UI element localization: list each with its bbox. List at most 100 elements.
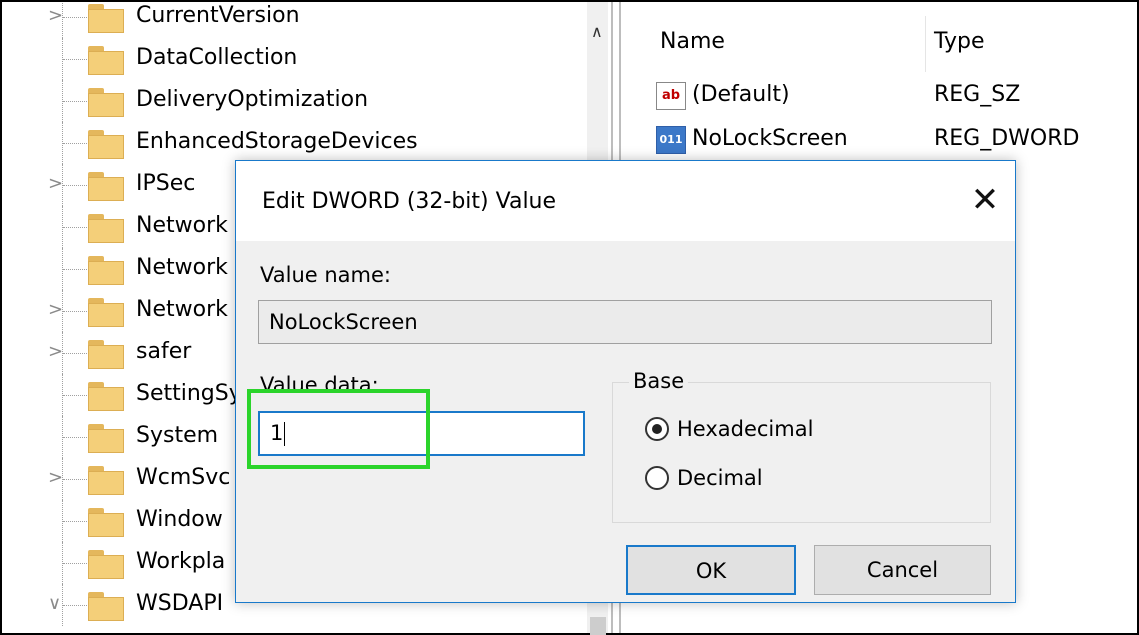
folder-icon	[88, 4, 124, 33]
column-divider[interactable]	[925, 16, 926, 72]
scroll-thumb[interactable]	[590, 617, 606, 635]
tree-item-label: Network	[136, 213, 228, 238]
tree-connector	[63, 227, 87, 228]
folder-icon	[88, 466, 124, 495]
base-label: Base	[629, 367, 689, 395]
radio-selected-icon	[645, 417, 669, 441]
tree-connector	[63, 59, 87, 60]
tree-connector	[63, 605, 87, 606]
folder-body	[88, 555, 124, 579]
tree-connector	[63, 521, 87, 522]
radio-hexadecimal[interactable]: Hexadecimal	[645, 413, 965, 445]
chevron-down-icon[interactable]: ∨	[48, 595, 62, 613]
close-icon[interactable]: ✕	[960, 175, 1010, 225]
highlight-box	[247, 389, 430, 469]
folder-icon	[88, 592, 124, 621]
folder-icon	[88, 256, 124, 285]
radio-unselected-icon	[645, 466, 669, 490]
chevron-right-icon[interactable]: >	[48, 343, 63, 361]
base-groupbox: Base Hexadecimal Decimal	[612, 367, 991, 523]
cancel-button[interactable]: Cancel	[814, 545, 991, 595]
folder-icon	[88, 214, 124, 243]
radio-dot	[652, 424, 662, 434]
dialog-titlebar[interactable]: Edit DWORD (32-bit) Value ✕	[236, 161, 1015, 241]
folder-body	[88, 303, 124, 327]
folder-icon	[88, 340, 124, 369]
tree-item-label: SettingSy	[136, 381, 242, 406]
tree-connector	[63, 563, 87, 564]
dialog-title: Edit DWORD (32-bit) Value	[262, 189, 557, 214]
tree-connector	[63, 101, 87, 102]
chevron-right-icon[interactable]: >	[48, 7, 63, 25]
folder-body	[88, 177, 124, 201]
tree-item-label: Network	[136, 297, 228, 322]
edit-dword-dialog: Edit DWORD (32-bit) Value ✕ Value name: …	[235, 160, 1016, 603]
folder-body	[88, 345, 124, 369]
tree-item[interactable]: > CurrentVersion	[2, 2, 608, 38]
folder-body	[88, 219, 124, 243]
value-type: REG_SZ	[934, 82, 1021, 107]
value-name: (Default)	[692, 82, 790, 107]
chevron-right-icon[interactable]: >	[48, 175, 63, 193]
value-type: REG_DWORD	[934, 126, 1080, 151]
tree-connector	[63, 17, 87, 18]
tree-item-label: IPSec	[136, 171, 196, 196]
value-name-field: NoLockScreen	[258, 300, 992, 344]
tree-item-label: DataCollection	[136, 45, 298, 70]
folder-body	[88, 51, 124, 75]
tree-item-label: WcmSvc	[136, 465, 231, 490]
tree-item-label: System	[136, 423, 219, 448]
tree-item-label: WSDAPI	[136, 591, 224, 616]
tree-connector	[63, 479, 87, 480]
folder-icon	[88, 508, 124, 537]
tree-connector	[63, 269, 87, 270]
tree-connector	[63, 185, 87, 186]
tree-connector	[63, 311, 87, 312]
folder-body	[88, 387, 124, 411]
folder-body	[88, 135, 124, 159]
folder-icon	[88, 382, 124, 411]
tree-connector	[63, 143, 87, 144]
chevron-right-icon[interactable]: >	[48, 469, 63, 487]
value-name: NoLockScreen	[692, 126, 848, 151]
folder-icon	[88, 88, 124, 117]
folder-body	[88, 261, 124, 285]
folder-icon	[88, 424, 124, 453]
folder-body	[88, 513, 124, 537]
scroll-up-icon[interactable]: ∧	[591, 22, 603, 41]
column-header-name[interactable]: Name	[660, 27, 725, 57]
folder-body	[88, 471, 124, 495]
tree-connector	[63, 437, 87, 438]
folder-body	[88, 429, 124, 453]
tree-item[interactable]: EnhancedStorageDevices	[2, 122, 608, 164]
chevron-right-icon[interactable]: >	[48, 301, 63, 319]
tree-item[interactable]: DeliveryOptimization	[2, 80, 608, 122]
tree-item-label: EnhancedStorageDevices	[136, 129, 418, 154]
binary-value-icon: 011	[656, 126, 686, 154]
ok-button[interactable]: OK	[626, 545, 796, 595]
radio-decimal[interactable]: Decimal	[645, 462, 965, 494]
folder-icon	[88, 550, 124, 579]
tree-item[interactable]: DataCollection	[2, 38, 608, 80]
folder-icon	[88, 130, 124, 159]
folder-body	[88, 9, 124, 33]
tree-item-label: Network	[136, 255, 228, 280]
value-row-default[interactable]: ab (Default) REG_SZ	[626, 76, 1137, 116]
column-header-type[interactable]: Type	[934, 27, 985, 57]
tree-item-label: Workpla	[136, 549, 226, 574]
value-name-label: Value name:	[260, 263, 391, 287]
radio-hexadecimal-label: Hexadecimal	[677, 417, 814, 441]
folder-body	[88, 93, 124, 117]
folder-icon	[88, 172, 124, 201]
folder-body	[88, 597, 124, 621]
folder-icon	[88, 46, 124, 75]
tree-item-label: CurrentVersion	[136, 3, 300, 28]
tree-connector	[63, 395, 87, 396]
tree-item-label: DeliveryOptimization	[136, 87, 369, 112]
tree-item-label: safer	[136, 339, 192, 364]
string-value-icon: ab	[656, 82, 686, 110]
tree-connector	[63, 353, 87, 354]
folder-icon	[88, 298, 124, 327]
value-row-nolockscreen[interactable]: 011 NoLockScreen REG_DWORD	[626, 120, 1137, 160]
radio-decimal-label: Decimal	[677, 466, 763, 490]
